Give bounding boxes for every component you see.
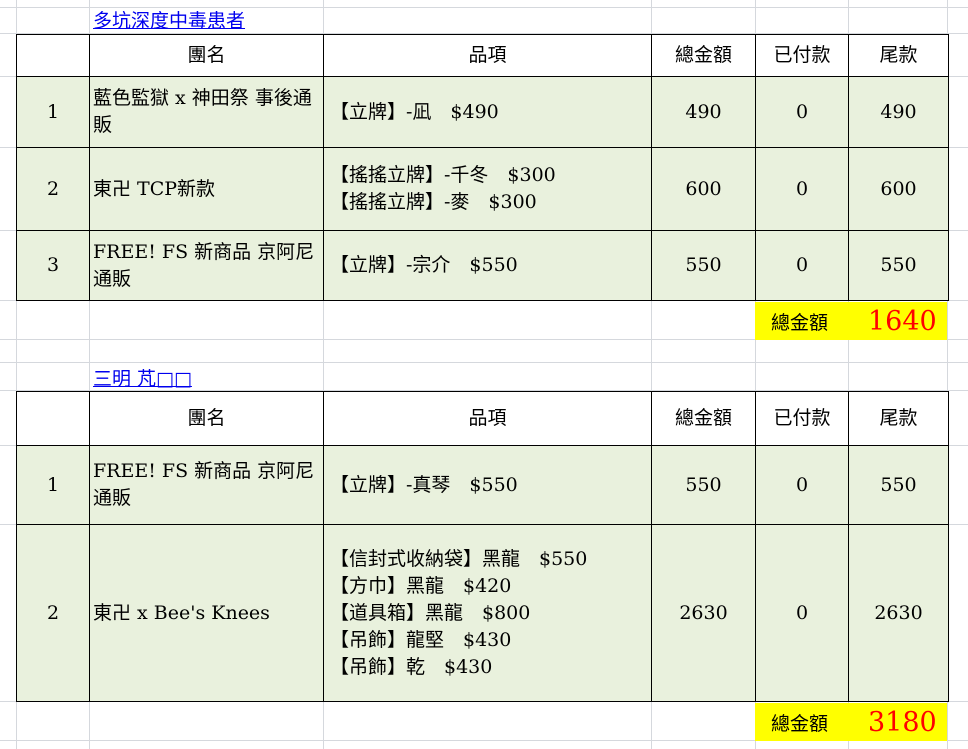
row-balance[interactable]: 550: [848, 445, 949, 525]
group-name-text: 藍色監獄 x 神田祭 事後通販: [93, 87, 312, 136]
order-table-1: 團名 品項 總金額 已付款 尾款 1 藍色監獄 x 神田祭 事後通販 【立牌】-…: [16, 34, 949, 301]
row-balance[interactable]: 550: [848, 230, 949, 301]
section1-total-label: 總金額: [771, 311, 829, 334]
row-items[interactable]: 【搖搖立牌】-千冬 $300 【搖搖立牌】-麥 $300: [323, 147, 652, 231]
row-paid[interactable]: 0: [755, 76, 849, 148]
row-items[interactable]: 【立牌】-宗介 $550: [323, 230, 652, 301]
section2-total-value: 3180: [868, 706, 937, 738]
section2-title-link[interactable]: 三明 芃□□: [93, 370, 192, 389]
row-balance[interactable]: 2630: [848, 524, 949, 702]
section2-total-label: 總金額: [771, 712, 829, 735]
row-total[interactable]: 600: [651, 147, 756, 231]
header-paid: 已付款: [755, 34, 849, 77]
row-group-name[interactable]: FREE! FS 新商品 京阿尼通販: [89, 230, 324, 301]
row-total[interactable]: 550: [651, 445, 756, 525]
group-name-text: 東卍 x Bee's Knees: [93, 601, 270, 624]
header-items: 品項: [323, 391, 652, 446]
row-paid[interactable]: 0: [755, 445, 849, 525]
item-line: 【信封式收納袋】黑龍 $550: [330, 547, 588, 570]
header-balance: 尾款: [848, 391, 949, 446]
header-balance: 尾款: [848, 34, 949, 77]
table-row[interactable]: 1 FREE! FS 新商品 京阿尼通販 【立牌】-真琴 $550 550 0 …: [16, 445, 949, 525]
item-line: 【吊飾】龍堅 $430: [330, 628, 512, 651]
item-line: 【搖搖立牌】-麥 $300: [330, 191, 537, 213]
group-name-text: FREE! FS 新商品 京阿尼通販: [93, 460, 315, 509]
item-line: 【搖搖立牌】-千冬 $300: [330, 164, 556, 186]
section1-total-value: 1640: [868, 305, 937, 337]
header-index: [16, 391, 90, 446]
header-total: 總金額: [651, 34, 756, 77]
table-row[interactable]: 2 東卍 x Bee's Knees 【信封式收納袋】黑龍 $550 【方巾】黑…: [16, 524, 949, 702]
row-items[interactable]: 【立牌】-凪 $490: [323, 76, 652, 148]
row-total[interactable]: 490: [651, 76, 756, 148]
row-items[interactable]: 【信封式收納袋】黑龍 $550 【方巾】黑龍 $420 【道具箱】黑龍 $800…: [323, 524, 652, 702]
order-table-2: 團名 品項 總金額 已付款 尾款 1 FREE! FS 新商品 京阿尼通販 【立…: [16, 391, 949, 702]
header-row: 團名 品項 總金額 已付款 尾款: [16, 391, 949, 446]
header-group-name: 團名: [89, 34, 324, 77]
row-paid[interactable]: 0: [755, 147, 849, 231]
row-group-name[interactable]: 藍色監獄 x 神田祭 事後通販: [89, 76, 324, 148]
section2-total-box[interactable]: 總金額 3180: [755, 703, 947, 741]
row-total[interactable]: 550: [651, 230, 756, 301]
table-row[interactable]: 2 東卍 TCP新款 【搖搖立牌】-千冬 $300 【搖搖立牌】-麥 $300 …: [16, 147, 949, 231]
header-items: 品項: [323, 34, 652, 77]
row-paid[interactable]: 0: [755, 524, 849, 702]
header-group-name: 團名: [89, 391, 324, 446]
section1-title-link[interactable]: 多坑深度中毒患者: [93, 12, 245, 31]
row-index: 1: [16, 76, 90, 148]
item-line: 【方巾】黑龍 $420: [330, 574, 512, 597]
row-paid[interactable]: 0: [755, 230, 849, 301]
row-group-name[interactable]: 東卍 x Bee's Knees: [89, 524, 324, 702]
table-row[interactable]: 3 FREE! FS 新商品 京阿尼通販 【立牌】-宗介 $550 550 0 …: [16, 230, 949, 301]
section1-total-box[interactable]: 總金額 1640: [755, 302, 947, 340]
row-balance[interactable]: 490: [848, 76, 949, 148]
item-line: 【立牌】-宗介 $550: [330, 254, 518, 276]
row-index: 2: [16, 147, 90, 231]
item-line: 【立牌】-凪 $490: [330, 100, 499, 123]
table-row[interactable]: 1 藍色監獄 x 神田祭 事後通販 【立牌】-凪 $490 490 0 490: [16, 76, 949, 148]
item-line: 【吊飾】乾 $430: [330, 655, 493, 678]
grid-row-line: [0, 7, 968, 8]
group-name-text: FREE! FS 新商品 京阿尼通販: [93, 240, 315, 290]
header-paid: 已付款: [755, 391, 849, 446]
row-total[interactable]: 2630: [651, 524, 756, 702]
row-index: 3: [16, 230, 90, 301]
row-items[interactable]: 【立牌】-真琴 $550: [323, 445, 652, 525]
header-index: [16, 34, 90, 77]
row-balance[interactable]: 600: [848, 147, 949, 231]
row-index: 1: [16, 445, 90, 525]
group-name-text: 東卍 TCP新款: [93, 177, 216, 200]
row-group-name[interactable]: FREE! FS 新商品 京阿尼通販: [89, 445, 324, 525]
row-group-name[interactable]: 東卍 TCP新款: [89, 147, 324, 231]
row-index: 2: [16, 524, 90, 702]
grid-row-line: [0, 362, 968, 363]
header-total: 總金額: [651, 391, 756, 446]
header-row: 團名 品項 總金額 已付款 尾款: [16, 34, 949, 77]
item-line: 【道具箱】黑龍 $800: [330, 601, 531, 624]
item-line: 【立牌】-真琴 $550: [330, 473, 518, 496]
